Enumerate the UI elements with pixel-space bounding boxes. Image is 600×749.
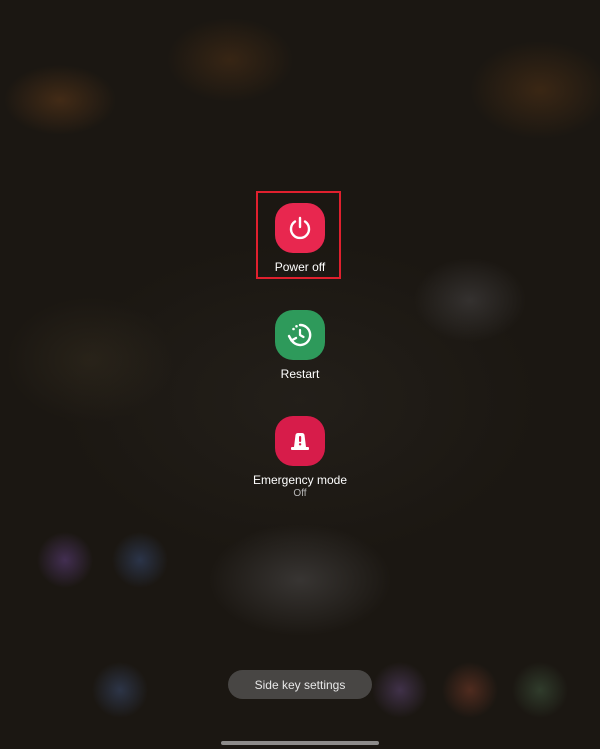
side-key-settings-button[interactable]: Side key settings — [228, 670, 372, 699]
emergency-mode-status: Off — [293, 488, 307, 499]
emergency-mode-label: Emergency mode — [252, 473, 348, 487]
emergency-beacon-icon — [291, 433, 309, 450]
highlight-box — [256, 191, 341, 279]
emergency-mode-option: Emergency mode Off — [0, 416, 600, 500]
restart-option: Restart — [0, 310, 600, 381]
restart-icon — [287, 323, 312, 347]
restart-button[interactable] — [275, 310, 325, 360]
navigation-handle[interactable] — [221, 741, 379, 745]
side-key-settings-label: Side key settings — [254, 677, 346, 692]
emergency-mode-button[interactable] — [275, 416, 325, 466]
power-menu-screen: Power off Restart Emergency mode Off Sid… — [0, 0, 600, 749]
restart-label: Restart — [280, 367, 320, 381]
